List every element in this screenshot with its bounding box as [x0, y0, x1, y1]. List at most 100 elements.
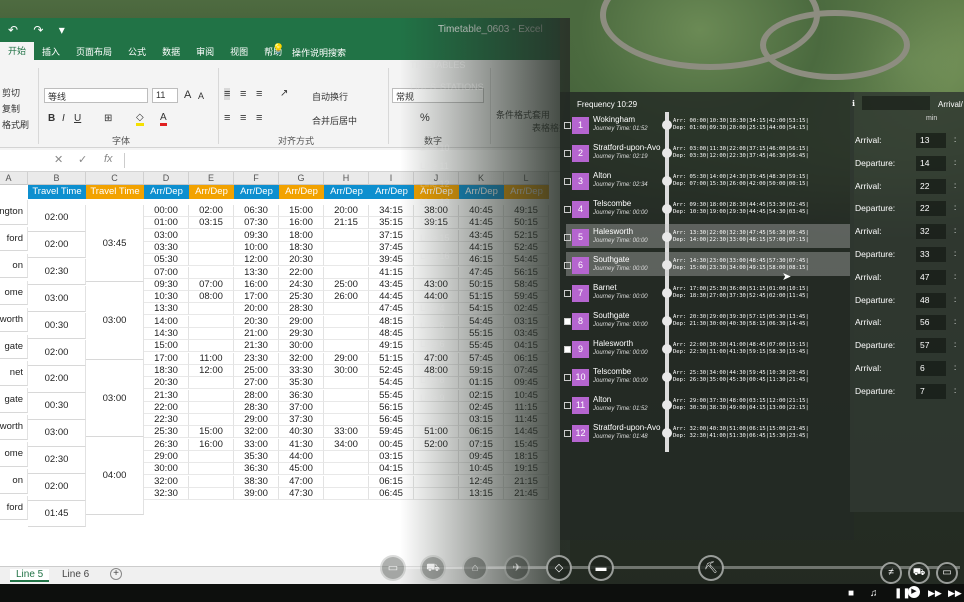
table-cell[interactable]: 10:45: [504, 389, 549, 402]
header-cell[interactable]: Arr/Dep: [234, 185, 279, 199]
travel-time-cell[interactable]: 03:45: [86, 205, 144, 283]
table-cell[interactable]: 33:00: [324, 426, 369, 439]
table-cell[interactable]: 09:45: [504, 377, 549, 390]
table-cell[interactable]: 29:00: [324, 352, 369, 365]
table-cell[interactable]: 05:30: [144, 254, 189, 267]
stop-number[interactable]: 4: [572, 201, 589, 218]
table-cell[interactable]: 15:00: [144, 340, 189, 353]
table-cell[interactable]: 28:30: [279, 303, 324, 316]
table-cell[interactable]: 03:30: [144, 241, 189, 254]
travel-time-cell[interactable]: 03:00: [86, 359, 144, 438]
table-cell[interactable]: 35:30: [234, 451, 279, 463]
table-cell[interactable]: 52:00: [414, 438, 459, 451]
table-cell[interactable]: [189, 475, 234, 488]
table-cell[interactable]: 02:45: [504, 303, 549, 316]
table-cell[interactable]: 25:00: [234, 364, 279, 377]
table-cell[interactable]: 59:45: [504, 291, 549, 304]
table-cell[interactable]: 51:15: [369, 352, 414, 365]
table-cell[interactable]: 26:30: [144, 438, 189, 451]
camera-icon[interactable]: ■: [848, 588, 854, 599]
stop-checkbox[interactable]: [564, 178, 571, 185]
travel-time-cell[interactable]: 02:30: [28, 258, 86, 286]
column-header[interactable]: A: [0, 172, 28, 185]
stop-name-cell[interactable]: ngton: [0, 200, 28, 225]
table-cell[interactable]: 30:00: [279, 340, 324, 353]
formula-input[interactable]: [124, 153, 560, 168]
table-cell[interactable]: 18:15: [504, 451, 549, 463]
table-cell[interactable]: 29:00: [144, 451, 189, 463]
table-cell[interactable]: 07:15: [459, 438, 504, 451]
station-icon[interactable]: ⛟: [420, 555, 446, 581]
table-cell[interactable]: 46:15: [459, 254, 504, 267]
minute-input[interactable]: 32: [916, 224, 946, 240]
stop-number[interactable]: 6: [572, 257, 589, 274]
table-cell[interactable]: [324, 340, 369, 353]
column-header[interactable]: H: [324, 172, 369, 185]
table-cell[interactable]: 10:00: [234, 241, 279, 254]
table-cell[interactable]: 43:45: [459, 229, 504, 242]
stop-marker-icon[interactable]: [662, 400, 672, 410]
cut-button[interactable]: 剪切: [2, 86, 20, 99]
column-header[interactable]: E: [189, 172, 234, 185]
table-cell[interactable]: 24:30: [279, 278, 324, 291]
table-cell[interactable]: 51:00: [414, 426, 459, 439]
table-cell[interactable]: 52:45: [504, 241, 549, 254]
table-cell[interactable]: 15:00: [279, 205, 324, 217]
align-center-icon[interactable]: ≡: [240, 112, 246, 124]
stop-name-cell[interactable]: gate: [0, 334, 28, 360]
speed-icon[interactable]: ▶▶: [948, 588, 962, 599]
graph-icon[interactable]: ≠: [880, 562, 902, 584]
table-cell[interactable]: [324, 401, 369, 414]
table-cell[interactable]: 29:00: [279, 315, 324, 328]
tab-2[interactable]: 页面布局: [68, 45, 120, 58]
table-cell[interactable]: 16:00: [234, 278, 279, 291]
column-header[interactable]: D: [144, 172, 189, 185]
travel-time-cell[interactable]: 02:30: [28, 447, 86, 474]
tell-me-search[interactable]: 操作说明搜索: [292, 46, 346, 59]
table-cell[interactable]: 07:45: [504, 364, 549, 377]
table-cell[interactable]: 35:15: [369, 217, 414, 230]
table-cell[interactable]: 54:15: [459, 303, 504, 316]
travel-time-cell[interactable]: 01:45: [28, 500, 86, 528]
header-cell[interactable]: Arr/Dep: [369, 185, 414, 199]
table-cell[interactable]: 34:15: [369, 205, 414, 217]
table-cell[interactable]: [189, 414, 234, 427]
table-cell[interactable]: [324, 328, 369, 340]
table-cell[interactable]: 02:45: [459, 401, 504, 414]
table-cell[interactable]: 06:30: [234, 205, 279, 217]
table-cell[interactable]: 45:00: [279, 463, 324, 476]
minute-input[interactable]: 48: [916, 292, 946, 308]
table-cell[interactable]: 16:00: [279, 217, 324, 230]
stop-marker-icon[interactable]: [662, 232, 672, 242]
spreadsheet-grid[interactable]: A B Travel Time C Travel Time D Arr/Dep E Arr/De…: [0, 172, 560, 568]
column-header[interactable]: F: [234, 172, 279, 185]
stop-number[interactable]: 2: [572, 145, 589, 162]
table-cell[interactable]: 17:00: [144, 352, 189, 365]
table-cell[interactable]: 14:45: [504, 426, 549, 439]
table-cell[interactable]: 04:15: [369, 463, 414, 476]
travel-time-cell[interactable]: 00:30: [28, 312, 86, 340]
column-header[interactable]: K: [459, 172, 504, 185]
fill-color-icon[interactable]: ◇: [136, 112, 144, 126]
table-cell[interactable]: [189, 229, 234, 242]
table-cell[interactable]: 55:45: [459, 340, 504, 353]
table-cell[interactable]: 01:00: [144, 217, 189, 230]
underline-button[interactable]: U: [74, 113, 81, 124]
vehicles-icon[interactable]: ⛟: [908, 562, 930, 584]
table-cell[interactable]: [189, 254, 234, 267]
table-cell[interactable]: 21:30: [234, 340, 279, 353]
table-cell[interactable]: 11:45: [504, 414, 549, 427]
tab-5[interactable]: 审阅: [188, 45, 222, 58]
table-cell[interactable]: 30:00: [144, 463, 189, 476]
table-cell[interactable]: 34:00: [324, 438, 369, 451]
table-cell[interactable]: 33:00: [234, 438, 279, 451]
header-cell[interactable]: Arr/Dep: [279, 185, 324, 199]
table-cell[interactable]: 50:15: [504, 217, 549, 230]
stop-number[interactable]: 11: [572, 397, 589, 414]
table-cell[interactable]: 32:00: [144, 475, 189, 488]
table-cell[interactable]: 26:00: [324, 291, 369, 304]
plane-icon[interactable]: ✈: [504, 555, 530, 581]
table-cell[interactable]: [189, 487, 234, 500]
table-cell[interactable]: 13:30: [234, 266, 279, 279]
table-cell[interactable]: 10:45: [459, 463, 504, 476]
